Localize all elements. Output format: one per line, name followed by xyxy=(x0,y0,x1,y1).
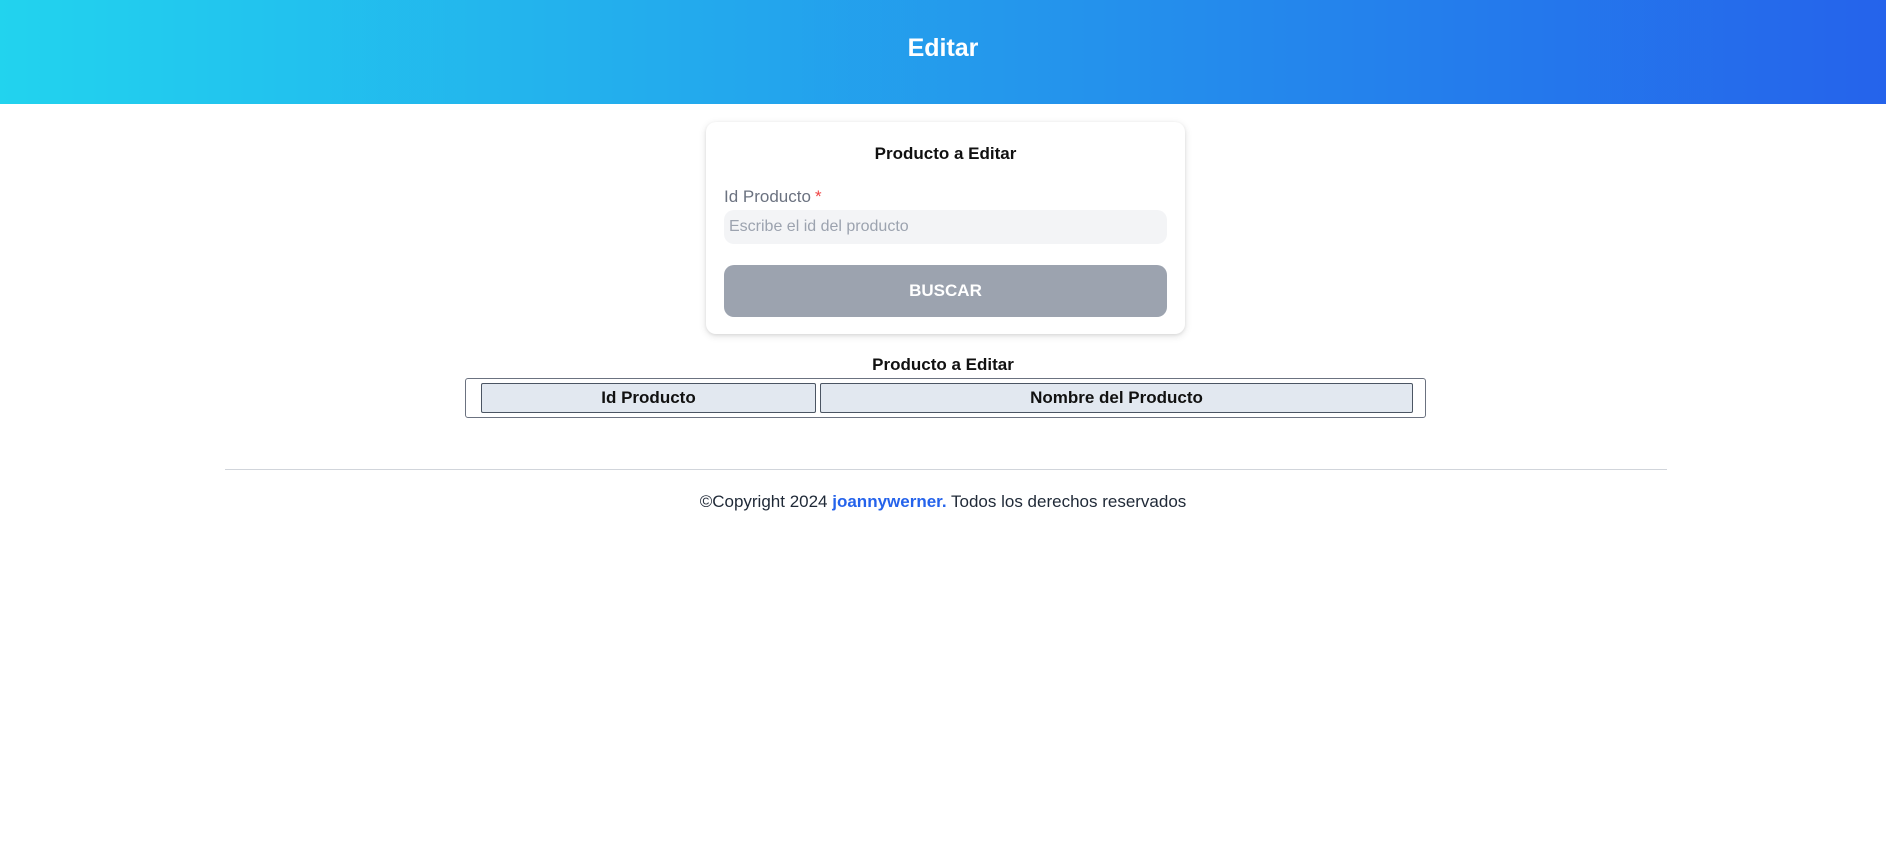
product-table: Id Producto Nombre del Producto xyxy=(477,383,1417,413)
footer: ©Copyright 2024 joannywerner. Todos los … xyxy=(0,492,1886,512)
table-caption: Producto a Editar xyxy=(872,355,1014,374)
product-id-label: Id Producto * xyxy=(724,187,822,207)
page-header: Editar xyxy=(0,0,1886,104)
column-header-name: Nombre del Producto xyxy=(820,383,1413,413)
required-marker: * xyxy=(814,187,822,206)
column-header-id: Id Producto xyxy=(481,383,816,413)
table-header-row: Id Producto Nombre del Producto xyxy=(481,383,1413,413)
search-card: Producto a Editar Id Producto* BUSCAR xyxy=(706,122,1185,334)
footer-rights: Todos los derechos reservados xyxy=(951,492,1187,511)
footer-copyright: ©Copyright 2024 xyxy=(699,492,828,511)
product-id-input[interactable] xyxy=(724,210,1167,244)
search-card-title: Producto a Editar xyxy=(874,144,1017,163)
product-table-container: Id Producto Nombre del Producto xyxy=(465,378,1426,418)
search-button[interactable]: BUSCAR xyxy=(724,265,1167,317)
footer-divider xyxy=(225,469,1667,470)
author-link[interactable]: joannywerner. xyxy=(832,492,946,511)
page-title: Editar xyxy=(907,33,979,62)
product-id-label-text: Id Producto xyxy=(724,187,811,206)
